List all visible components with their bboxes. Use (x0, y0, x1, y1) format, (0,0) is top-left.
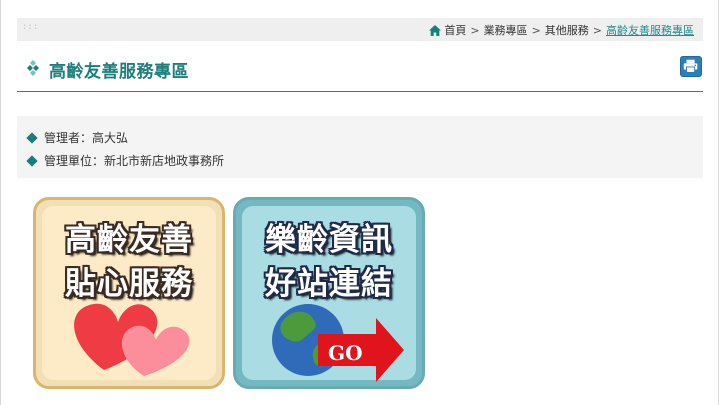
breadcrumb-home-link[interactable]: 首頁 (444, 22, 466, 38)
diamond-bullet-icon (26, 131, 38, 144)
senior-friendly-service-tile[interactable]: 高齡友善 貼心服務 (33, 197, 225, 389)
manager-text: 管理者：高大弘 (44, 131, 129, 145)
info-panel: 管理者：高大弘 管理單位：新北市新店地政事務所 (17, 116, 703, 178)
unit-text: 管理單位：新北市新店地政事務所 (44, 154, 225, 168)
tile-line-1: 高齡友善 (65, 222, 193, 258)
diamond-bullet-icon (27, 60, 39, 76)
tile-line-2: 好站連結 (265, 266, 393, 302)
tile-line-1: 樂齡資訊 (265, 222, 393, 258)
breadcrumb-business-link[interactable]: 業務專區 (484, 22, 528, 38)
breadcrumb-other-services-link[interactable]: 其他服務 (545, 22, 589, 38)
breadcrumb-separator: > (470, 23, 480, 37)
breadcrumb-separator: > (531, 23, 541, 37)
page-header: 高齡友善服務專區 (17, 50, 703, 92)
print-button[interactable] (680, 56, 702, 77)
printer-icon (683, 59, 698, 73)
unit-row: 管理單位：新北市新店地政事務所 (25, 152, 224, 169)
senior-info-links-tile[interactable]: GO 樂齡資訊 好站連結 (233, 197, 425, 389)
page-frame: ::: 首頁 > 業務專區 > 其他服務 > 高齡友善服務專區 高齡友善服務專區 (0, 0, 719, 405)
manager-row: 管理者：高大弘 (25, 129, 128, 146)
breadcrumb-separator: > (592, 23, 602, 37)
go-label: GO (328, 341, 363, 365)
home-icon (429, 24, 442, 36)
tile-line-2: 貼心服務 (65, 266, 193, 302)
drag-handle-icon: ::: (22, 22, 39, 32)
page-title: 高齡友善服務專區 (49, 62, 189, 82)
breadcrumb-current-link[interactable]: 高齡友善服務專區 (606, 22, 694, 38)
breadcrumb-trail: 首頁 > 業務專區 > 其他服務 > 高齡友善服務專區 (429, 22, 694, 38)
diamond-bullet-icon (26, 154, 38, 167)
breadcrumb: ::: 首頁 > 業務專區 > 其他服務 > 高齡友善服務專區 (17, 18, 703, 41)
